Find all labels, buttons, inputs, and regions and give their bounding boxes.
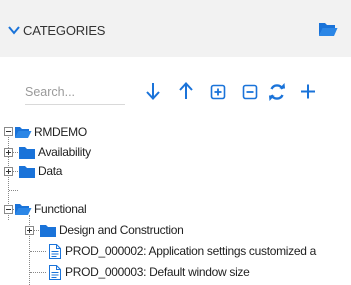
folder-icon — [19, 147, 35, 159]
arrow-up-icon — [179, 82, 193, 99]
header-title: CATEGORIES — [23, 23, 106, 38]
add-button[interactable] — [298, 80, 318, 102]
tree-node-label: PROD_000003: Default window size — [65, 265, 250, 279]
search-input[interactable] — [25, 83, 125, 101]
tree-node-design-and-construction[interactable]: Design and Construction — [40, 222, 240, 240]
refresh-icon — [269, 83, 285, 101]
tree-node-label: Functional — [34, 202, 87, 216]
document-icon — [49, 244, 61, 259]
category-tree: RMDEMO Availability Data Functional Desi… — [0, 120, 351, 285]
collapse-all-icon — [242, 84, 258, 100]
folder-open-icon — [15, 127, 32, 138]
tree-node-rmdemo[interactable]: RMDEMO — [15, 124, 125, 142]
collapse-all-button[interactable] — [240, 80, 260, 102]
folder-open-icon[interactable] — [318, 20, 338, 38]
data-expand-toggle[interactable] — [4, 167, 13, 176]
search-underline — [25, 104, 125, 105]
document-icon — [49, 265, 61, 280]
arrow-down-icon — [146, 83, 160, 100]
chevron-down-icon[interactable] — [8, 25, 20, 35]
refresh-button[interactable] — [267, 80, 287, 102]
tree-node-label: Data — [38, 164, 63, 178]
tree-node-functional[interactable]: Functional — [15, 201, 125, 219]
tree-node-label: PROD_000002: Application settings custom… — [65, 244, 317, 258]
move-down-button[interactable] — [143, 80, 163, 102]
tree-node-requirement[interactable]: PROD_000002: Application settings custom… — [49, 243, 351, 261]
design-expand-toggle[interactable] — [25, 226, 34, 235]
add-icon — [301, 84, 315, 99]
root-collapse-toggle[interactable] — [4, 127, 13, 136]
expand-all-icon — [210, 84, 226, 100]
tree-node-label: RMDEMO — [34, 125, 87, 139]
tree-node-label: Availability — [38, 145, 91, 159]
tree-connector — [9, 190, 18, 191]
move-up-button[interactable] — [176, 80, 196, 102]
availability-expand-toggle[interactable] — [4, 148, 13, 157]
tree-node-data[interactable]: Data — [19, 163, 99, 181]
tree-node-label: Design and Construction — [59, 223, 184, 237]
functional-collapse-toggle[interactable] — [4, 205, 13, 214]
tree-connector — [30, 272, 46, 273]
folder-icon — [40, 225, 56, 237]
folder-open-icon — [15, 204, 32, 215]
tree-node-requirement[interactable]: PROD_000003: Default window size — [49, 264, 351, 282]
categories-header: CATEGORIES — [0, 0, 351, 57]
tree-node-availability[interactable]: Availability — [19, 144, 129, 162]
folder-icon — [19, 166, 35, 178]
tree-connector — [30, 251, 46, 252]
expand-all-button[interactable] — [208, 80, 228, 102]
